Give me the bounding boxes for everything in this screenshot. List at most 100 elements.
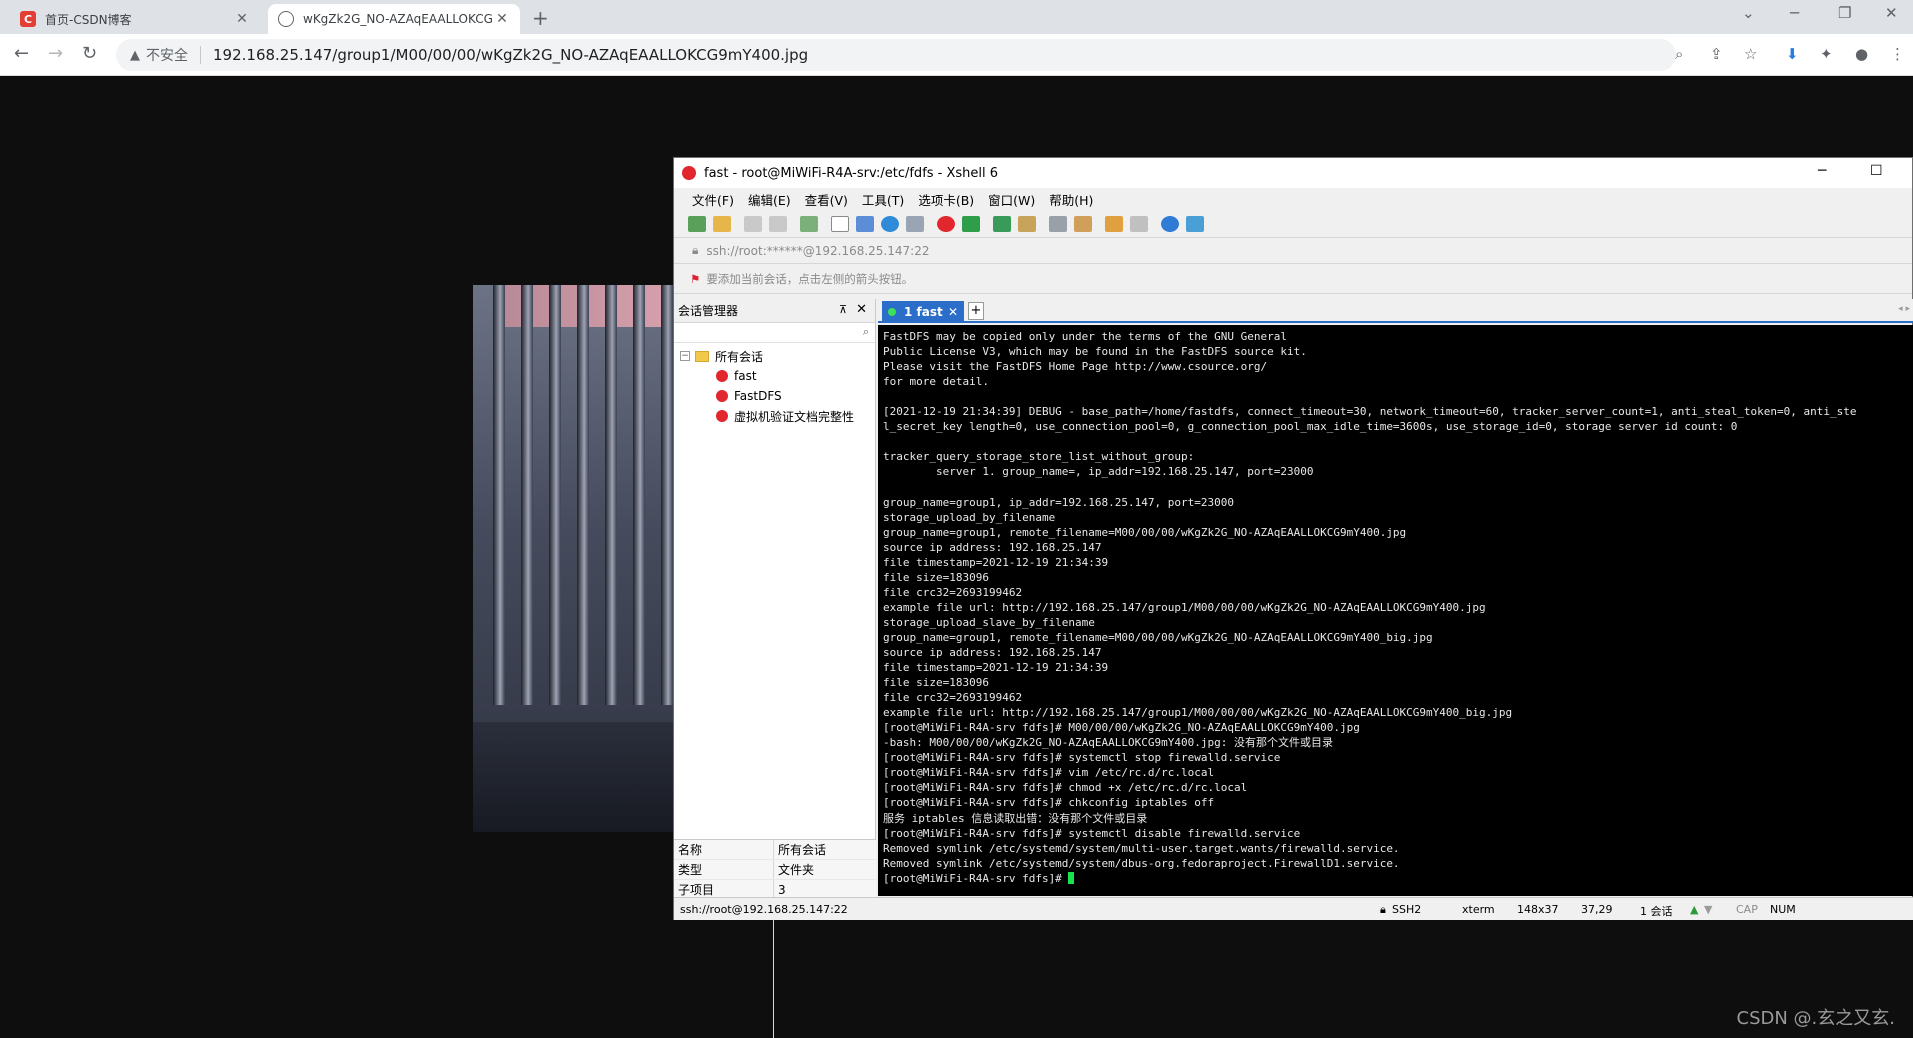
security-label[interactable]: 不安全: [146, 45, 188, 65]
tab-fast[interactable]: 1 fast ✕: [882, 301, 964, 323]
new-tab-button[interactable]: +: [532, 6, 549, 30]
connect-icon[interactable]: [744, 215, 762, 232]
session-icon: [716, 390, 728, 402]
status-terminal-type: xterm: [1462, 903, 1495, 916]
close-icon[interactable]: ✕: [856, 302, 867, 317]
status-num: NUM: [1770, 903, 1796, 916]
zoom-icon[interactable]: ⌕: [1675, 45, 1683, 63]
session-icon: [716, 370, 728, 382]
chat-icon[interactable]: [1186, 215, 1204, 232]
download-arrow-icon: ▼: [1704, 903, 1713, 916]
transfer-icon[interactable]: [1105, 215, 1123, 232]
session-icon: [716, 410, 728, 422]
properties-panel: 名称 所有会话 类型 文件夹 子项目 3: [674, 839, 876, 1038]
warning-icon[interactable]: ▲: [130, 48, 140, 63]
tab-title: 首页-CSDN博客: [45, 12, 132, 27]
tab-image[interactable]: wKgZk2G_NO-AZAqEAALLOKCG ✕: [268, 4, 520, 34]
status-cursor-pos: 37,29: [1581, 903, 1613, 916]
tree-session-item[interactable]: 虚拟机验证文档完整性: [674, 406, 875, 426]
open-folder-icon[interactable]: [713, 215, 731, 232]
watermark: CSDN @.玄之又玄.: [1736, 1008, 1895, 1029]
pin-icon[interactable]: ⊼: [839, 303, 847, 316]
layout-icon[interactable]: [856, 215, 874, 232]
session-search-input[interactable]: ⌕: [674, 323, 875, 343]
image-detail: [661, 285, 673, 705]
tree-session-item[interactable]: fast: [674, 366, 875, 386]
tab-search-icon[interactable]: ⌄: [1742, 4, 1755, 22]
divider: [200, 46, 201, 64]
share-icon[interactable]: ⇪: [1710, 45, 1723, 63]
minimize-button[interactable]: ─: [1790, 4, 1799, 22]
add-tab-button[interactable]: +: [968, 302, 984, 320]
terminal-text: FastDFS may be copied only under the ter…: [883, 330, 1857, 885]
new-session-icon[interactable]: [688, 215, 706, 232]
keyboard-icon[interactable]: [1049, 215, 1067, 232]
menu-tabs[interactable]: 选项卡(B): [918, 190, 974, 209]
tile-icon[interactable]: [1130, 215, 1148, 232]
font-icon[interactable]: [906, 215, 924, 232]
property-key: 名称: [674, 840, 774, 859]
session-label: fast: [734, 369, 757, 383]
collapse-icon[interactable]: −: [680, 351, 690, 361]
xftp-icon[interactable]: [962, 215, 980, 232]
menu-edit[interactable]: 编辑(E): [748, 190, 791, 209]
tab-close-icon[interactable]: ✕: [494, 11, 510, 27]
back-button[interactable]: ←: [14, 43, 29, 64]
tab-close-icon[interactable]: ✕: [948, 305, 958, 319]
status-bar: ssh://root@192.168.25.147:22 🔒︎ SSH2 xte…: [674, 897, 1913, 920]
restore-button[interactable]: ❐: [1838, 4, 1851, 22]
session-address[interactable]: 🔒︎ ssh://root:******@192.168.25.147:22: [674, 238, 1912, 264]
globe-icon[interactable]: [881, 215, 899, 232]
terminal[interactable]: FastDFS may be copied only under the ter…: [878, 325, 1913, 896]
folder-label: 所有会话: [715, 349, 764, 364]
reconnect-icon[interactable]: [800, 215, 818, 232]
minimize-button[interactable]: ─: [1818, 163, 1826, 179]
xshell-window: fast - root@MiWiFi-R4A-srv:/etc/fdfs - X…: [673, 157, 1913, 1038]
profile-avatar-icon[interactable]: ●: [1855, 45, 1868, 63]
disconnect-icon[interactable]: [769, 215, 787, 232]
menu-view[interactable]: 查看(V): [805, 190, 848, 209]
tab-scroll-arrows-icon[interactable]: ◂ ▸: [1898, 304, 1910, 314]
help-icon[interactable]: [1161, 215, 1179, 232]
tree-folder-all-sessions[interactable]: − 所有会话: [674, 346, 875, 366]
session-label: 虚拟机验证文档完整性: [734, 409, 855, 424]
address-text[interactable]: ssh://root:******@192.168.25.147:22: [706, 244, 929, 258]
xshell-titlebar[interactable]: fast - root@MiWiFi-R4A-srv:/etc/fdfs - X…: [674, 158, 1912, 188]
hint-text: 要添加当前会话，点击左侧的箭头按钮。: [706, 271, 914, 286]
xshell-toolbar: [674, 210, 1912, 238]
forward-button[interactable]: →: [48, 43, 63, 64]
reload-button[interactable]: ↻: [82, 43, 97, 64]
fullscreen-icon[interactable]: [993, 215, 1011, 232]
menu-tools[interactable]: 工具(T): [862, 190, 904, 209]
xshell-icon[interactable]: [937, 215, 955, 232]
status-connection: ssh://root@192.168.25.147:22: [680, 902, 848, 916]
status-size: 148x37: [1517, 903, 1559, 916]
extensions-icon[interactable]: ✦: [1820, 45, 1833, 63]
download-extension-icon[interactable]: ⬇: [1786, 45, 1799, 63]
tree-session-item[interactable]: FastDFS: [674, 386, 875, 406]
url-text[interactable]: 192.168.25.147/group1/M00/00/00/wKgZk2G_…: [213, 46, 808, 64]
maximize-button[interactable]: ☐: [1870, 163, 1883, 179]
browser-tab-strip: C 首页-CSDN博客 ✕ wKgZk2G_NO-AZAqEAALLOKCG ✕…: [0, 0, 1913, 34]
bookmark-arrow-icon[interactable]: ⚑: [690, 272, 700, 286]
lock-icon[interactable]: [1018, 215, 1036, 232]
tab-csdn[interactable]: C 首页-CSDN博客 ✕: [10, 4, 260, 34]
menu-icon[interactable]: ⋮: [1890, 45, 1905, 63]
image-detail: [549, 285, 561, 705]
menu-help[interactable]: 帮助(H): [1049, 190, 1093, 209]
find-icon[interactable]: [831, 215, 849, 232]
tab-close-icon[interactable]: ✕: [234, 11, 250, 27]
session-label: FastDFS: [734, 389, 782, 403]
session-tree: − 所有会话 fast FastDFS 虚拟机验证文档完整性: [674, 343, 875, 426]
upload-arrow-icon: ▲: [1690, 903, 1699, 916]
image-detail: [605, 285, 617, 705]
bookmark-star-icon[interactable]: ☆: [1744, 45, 1757, 63]
displayed-image: [473, 285, 673, 832]
window-title: fast - root@MiWiFi-R4A-srv:/etc/fdfs - X…: [704, 165, 999, 181]
close-window-button[interactable]: ✕: [1885, 4, 1898, 22]
script-icon[interactable]: [1074, 215, 1092, 232]
property-value: 文件夹: [778, 863, 815, 877]
menu-window[interactable]: 窗口(W): [988, 190, 1035, 209]
menu-file[interactable]: 文件(F): [692, 190, 734, 209]
address-bar[interactable]: ▲ 不安全 192.168.25.147/group1/M00/00/00/wK…: [116, 39, 1676, 71]
